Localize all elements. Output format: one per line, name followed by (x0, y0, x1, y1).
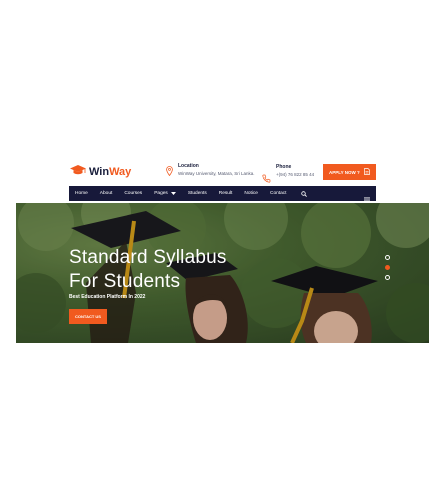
hero-slider: Standard Syllabus For Students Best Educ… (16, 203, 429, 343)
nav-item-courses[interactable]: Courses (124, 191, 142, 196)
nav-item-pages[interactable]: Pages (154, 191, 176, 196)
search-icon[interactable] (300, 190, 307, 197)
hero-title-line-1: Standard Syllabus (69, 247, 227, 268)
slider-dot-2[interactable] (385, 265, 390, 270)
hero-title-line-2: For Students (69, 271, 181, 292)
nav-item-pages-label: Pages (154, 191, 168, 196)
logo-text: WinWay (89, 166, 132, 178)
hero-title: Standard Syllabus For Students (69, 246, 227, 294)
phone-info: Phone +(94) 76 822 85 44 (262, 164, 314, 188)
contact-us-button[interactable]: CONTACT US (69, 309, 107, 324)
hero-subtitle: Best Education Platform In 2022 (69, 294, 146, 300)
graduation-cap-icon (70, 163, 86, 181)
phone-value[interactable]: +(94) 76 822 85 44 (276, 171, 314, 179)
slider-dot-1[interactable] (385, 255, 390, 260)
nav-item-home[interactable]: Home (75, 191, 88, 196)
apply-now-button[interactable]: APPLY NOW ? (323, 164, 376, 180)
document-icon (364, 168, 370, 176)
location-title: Location (178, 163, 199, 169)
logo[interactable]: WinWay (70, 163, 131, 181)
nav-item-about[interactable]: About (100, 191, 113, 196)
nav-item-students[interactable]: Students (188, 191, 207, 196)
location-value: WinWay University, Matara, Sri Lanka. (178, 171, 255, 176)
slider-dot-3[interactable] (385, 275, 390, 280)
location-info: Location WinWay University, Matara, Sri … (166, 163, 255, 181)
nav-item-contact[interactable]: Contact (270, 191, 287, 196)
slider-dots (385, 255, 390, 280)
main-navigation: Home About Courses Pages Students Result… (69, 186, 376, 203)
chevron-down-icon (170, 192, 176, 195)
phone-title: Phone (276, 164, 292, 170)
nav-item-notice[interactable]: Notice (244, 191, 258, 196)
map-pin-icon (166, 163, 173, 181)
nav-item-result[interactable]: Result (219, 191, 233, 196)
apply-now-label: APPLY NOW ? (329, 169, 360, 175)
